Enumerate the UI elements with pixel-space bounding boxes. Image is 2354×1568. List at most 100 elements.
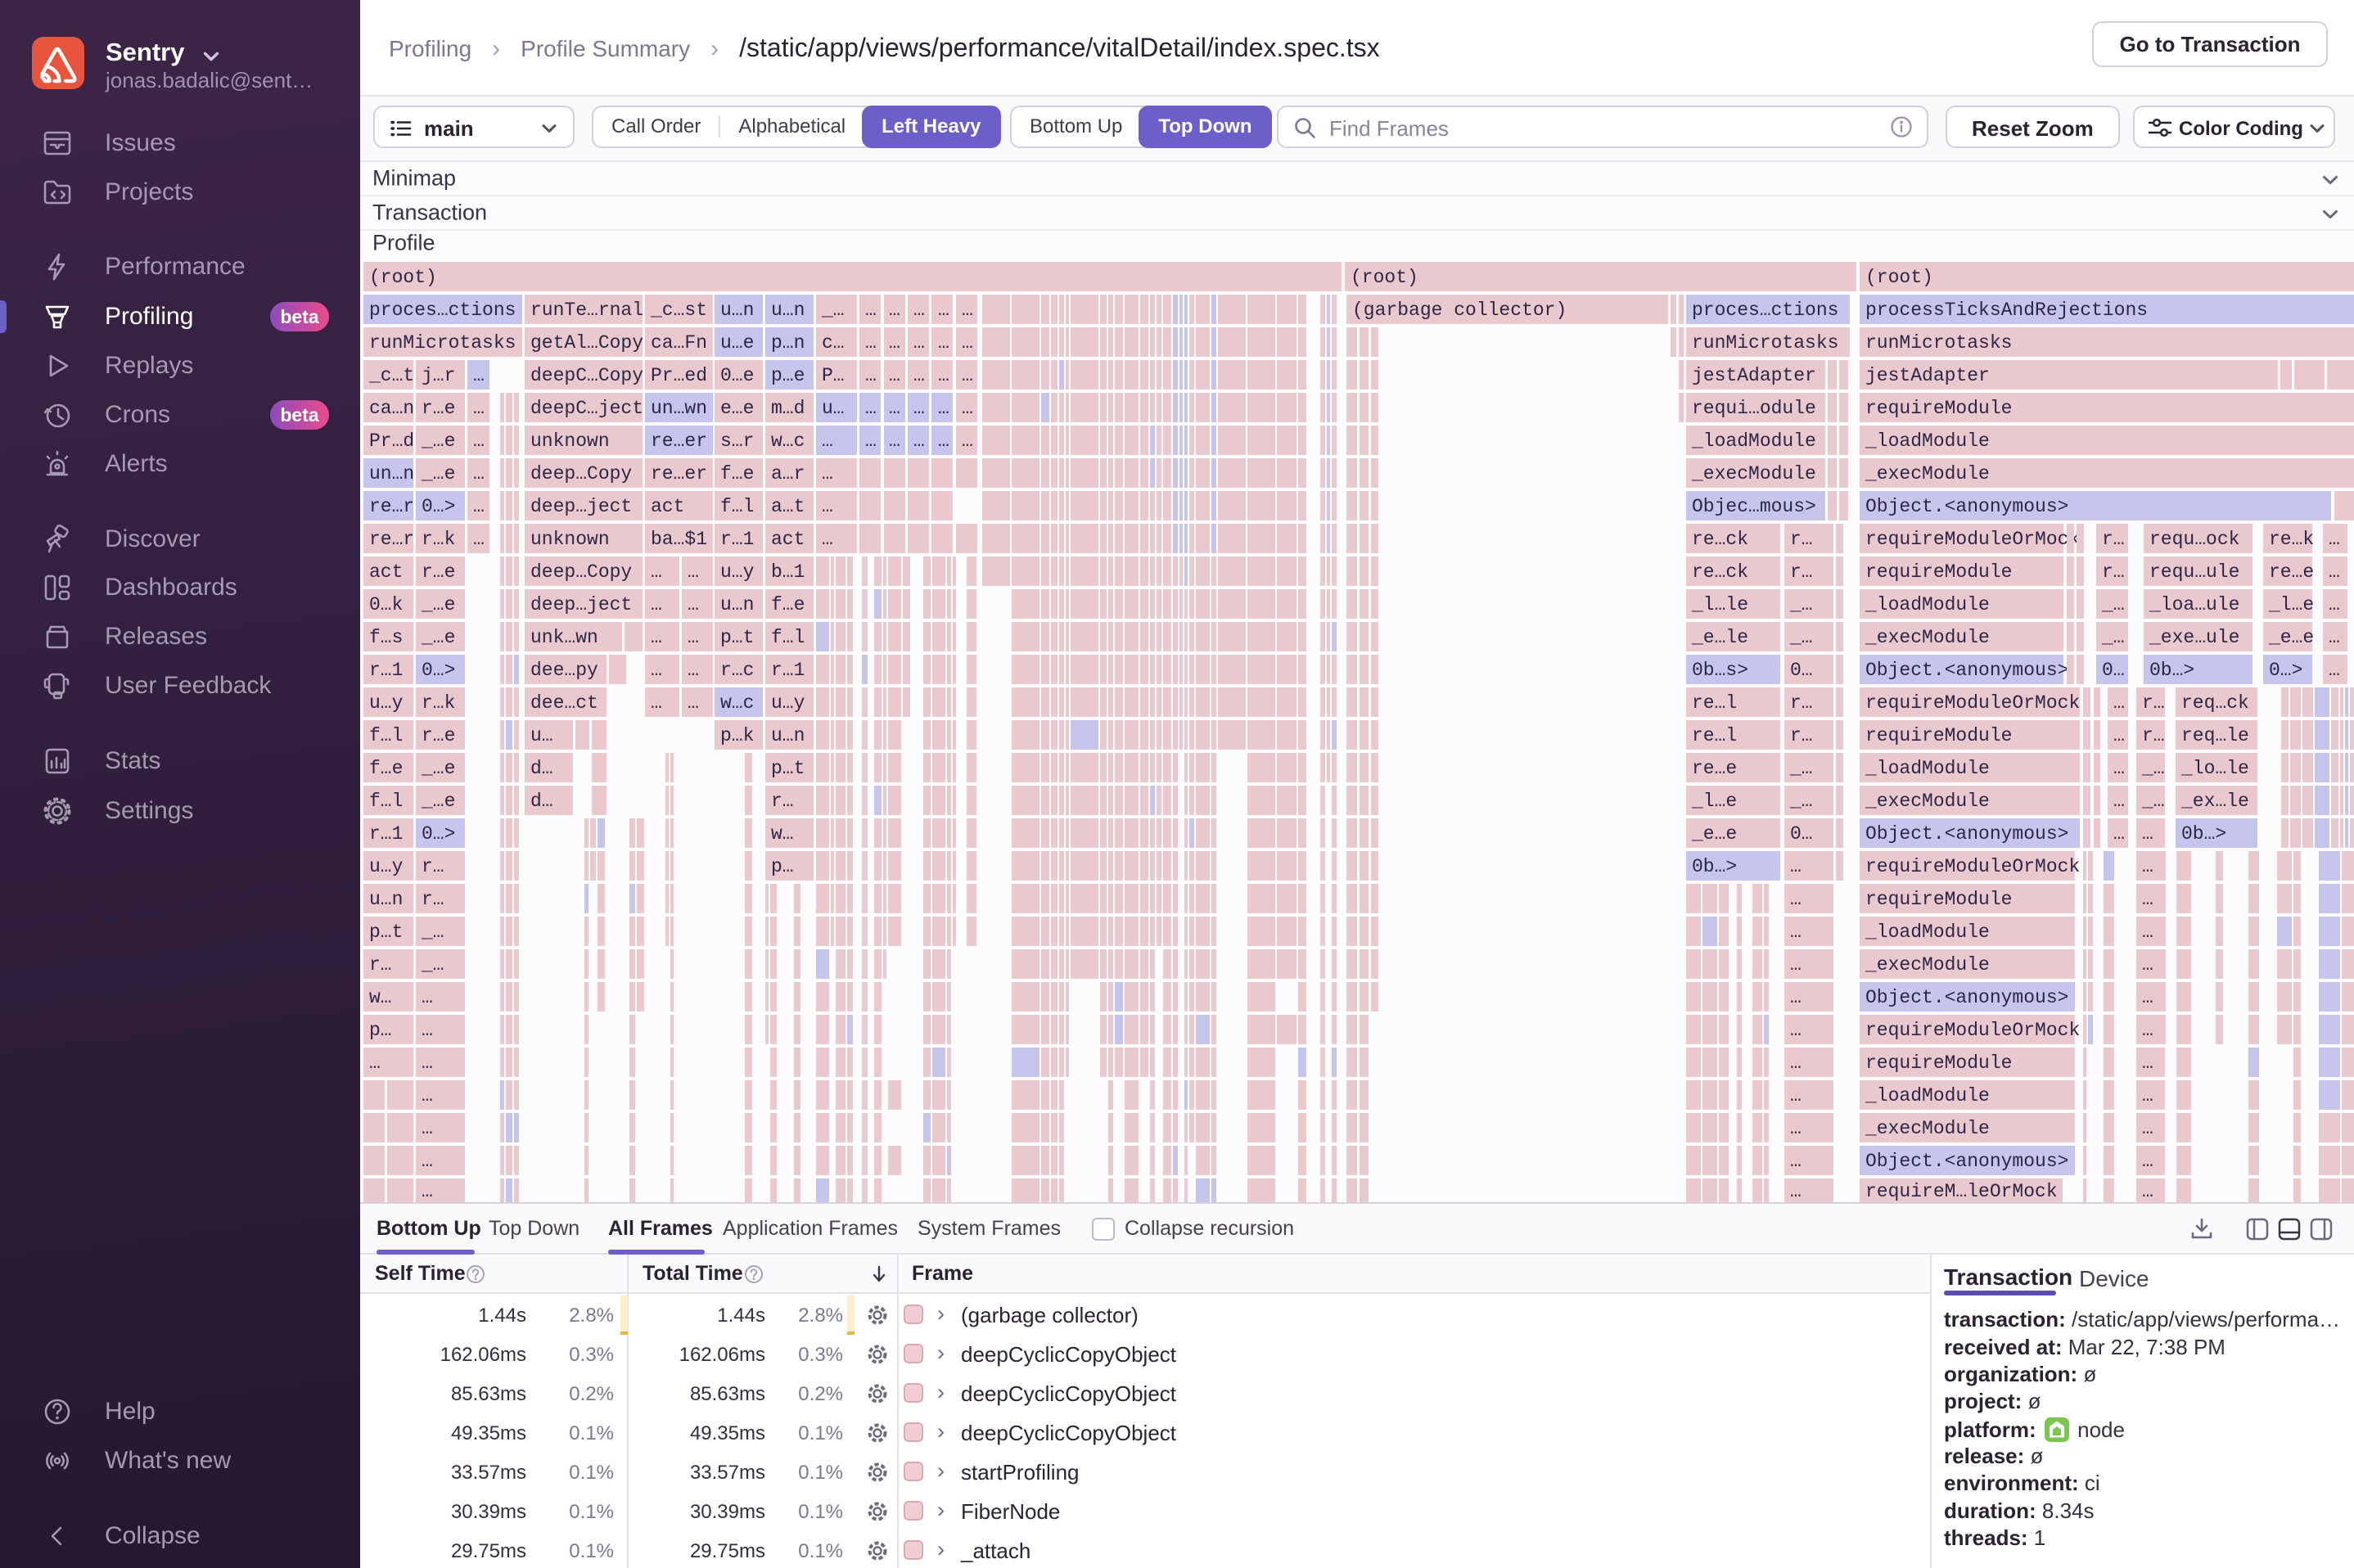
svg-text:d…: d… [530, 758, 553, 779]
svg-text:r…: r… [1790, 561, 1813, 583]
svg-text:…: … [2142, 1085, 2153, 1106]
svg-text:_execModule: _execModule [1865, 463, 1990, 484]
svg-text:deep…ject: deep…ject [530, 496, 632, 517]
svg-text:…: … [2142, 823, 2153, 845]
svg-text:_…: _… [1789, 758, 1813, 779]
svg-text:r…1: r…1 [720, 529, 754, 550]
svg-text:p…: p… [369, 1020, 392, 1041]
svg-text:dee…ct: dee…ct [530, 692, 598, 714]
svg-text:0b…>: 0b…> [1692, 856, 1737, 877]
svg-text:u…: u… [822, 398, 845, 419]
svg-text:…: … [473, 398, 485, 419]
svg-text:…: … [422, 1151, 433, 1172]
svg-text:r…e: r…e [422, 398, 455, 419]
svg-text:…: … [913, 430, 925, 452]
svg-text:_execModule: _execModule [1691, 463, 1816, 484]
svg-text:…: … [1790, 987, 1802, 1008]
svg-text:Objec…mous>: Objec…mous> [1692, 496, 1816, 517]
svg-text:…: … [913, 332, 925, 354]
svg-text:req…ck: req…ck [2181, 692, 2249, 714]
svg-text:deep…ject: deep…ject [530, 594, 632, 615]
svg-text:e…e: e…e [720, 398, 754, 419]
svg-text:f…l: f…l [369, 791, 403, 812]
svg-text:…: … [688, 660, 699, 681]
svg-text:…: … [2142, 921, 2153, 943]
svg-text:r…: r… [1790, 529, 1813, 550]
svg-text:_…: _… [1789, 594, 1813, 615]
svg-text:_…: _… [1789, 791, 1813, 812]
svg-text:w…c: w…c [771, 430, 805, 452]
svg-text:_…: _… [421, 954, 444, 975]
svg-text:0b…>: 0b…> [2181, 823, 2226, 845]
svg-text:re…ck: re…ck [1692, 561, 1748, 583]
svg-text:req…le: req…le [2181, 725, 2249, 746]
svg-text:un…wn: un…wn [651, 398, 707, 419]
svg-text:w…c: w…c [720, 692, 754, 714]
svg-text:…: … [422, 1020, 433, 1041]
svg-text:requi…odule: requi…odule [1692, 398, 1816, 419]
svg-text:ca…n: ca…n [369, 398, 414, 419]
svg-text:…: … [1790, 1181, 1802, 1202]
svg-text:…: … [2113, 725, 2125, 746]
svg-text:p…: p… [771, 856, 794, 877]
svg-text:p…k: p…k [720, 725, 754, 746]
svg-text:act: act [651, 496, 684, 517]
svg-text:requireModuleOrMock: requireModuleOrMock [1865, 856, 2080, 877]
svg-text:requ…ock: requ…ock [2149, 529, 2239, 550]
svg-text:r…: r… [2102, 529, 2125, 550]
svg-text:p…t: p…t [720, 627, 754, 648]
svg-text:0b…>: 0b…> [2149, 660, 2194, 681]
svg-text:r…1: r…1 [369, 660, 403, 681]
svg-text:…: … [1790, 954, 1802, 975]
svg-text:Object.<anonymous>: Object.<anonymous> [1865, 1151, 2068, 1172]
svg-text:deep…Copy: deep…Copy [530, 463, 632, 484]
svg-text:_…e: _…e [421, 791, 455, 812]
svg-text:…: … [1790, 921, 1802, 943]
svg-text:…: … [651, 660, 662, 681]
svg-text:requireModule: requireModule [1865, 889, 2012, 910]
svg-text:…: … [2142, 1052, 2153, 1074]
svg-text:_…e: _…e [421, 430, 455, 452]
svg-text:_…: _… [821, 300, 845, 321]
svg-text:u…n: u…n [369, 889, 403, 910]
svg-text:…: … [688, 594, 699, 615]
svg-text:p…n: p…n [771, 332, 805, 354]
svg-text:r…e: r…e [422, 725, 455, 746]
svg-text:…: … [889, 398, 900, 419]
svg-text:…: … [865, 398, 877, 419]
svg-text:r…: r… [1790, 692, 1813, 714]
svg-text:Object.<anonymous>: Object.<anonymous> [1865, 496, 2068, 517]
svg-text:r…: r… [2142, 692, 2165, 714]
svg-text:a…t: a…t [771, 496, 805, 517]
svg-text:r…: r… [2102, 561, 2125, 583]
svg-text:jestAdapter: jestAdapter [1865, 365, 1990, 386]
svg-text:b…1: b…1 [771, 561, 805, 583]
svg-text:proces…ctions: proces…ctions [1692, 300, 1838, 321]
svg-text:…: … [889, 365, 900, 386]
svg-text:(root): (root) [1351, 267, 1418, 288]
svg-text:r…c: r…c [720, 660, 754, 681]
svg-text:Pr…ed: Pr…ed [651, 365, 707, 386]
svg-text:…: … [2329, 561, 2340, 583]
svg-text:_…: _… [2101, 594, 2125, 615]
svg-text:_…: _… [2141, 791, 2165, 812]
svg-text:jestAdapter: jestAdapter [1692, 365, 1816, 386]
svg-text:_loa…ule: _loa…ule [2149, 594, 2239, 615]
svg-text:(root): (root) [369, 267, 437, 288]
svg-text:_c…st: _c…st [650, 300, 707, 321]
svg-text:…: … [2142, 1118, 2153, 1139]
svg-text:…: … [938, 300, 949, 321]
svg-text:_loadModule: _loadModule [1865, 430, 1990, 452]
svg-text:u…n: u…n [720, 300, 754, 321]
svg-text:0…: 0… [1790, 660, 1813, 681]
svg-text:…: … [913, 300, 925, 321]
svg-text:re…k: re…k [2269, 529, 2314, 550]
svg-text:processTicksAndRejections: processTicksAndRejections [1865, 300, 2148, 321]
svg-text:…: … [1790, 1020, 1802, 1041]
svg-text:…: … [2142, 1020, 2153, 1041]
svg-text:…: … [2142, 954, 2153, 975]
svg-text:…: … [822, 529, 833, 550]
svg-text:_lo…le: _lo…le [2180, 758, 2249, 779]
svg-text:_c…t: _c…t [368, 365, 414, 386]
svg-text:proces…ctions: proces…ctions [369, 300, 516, 321]
